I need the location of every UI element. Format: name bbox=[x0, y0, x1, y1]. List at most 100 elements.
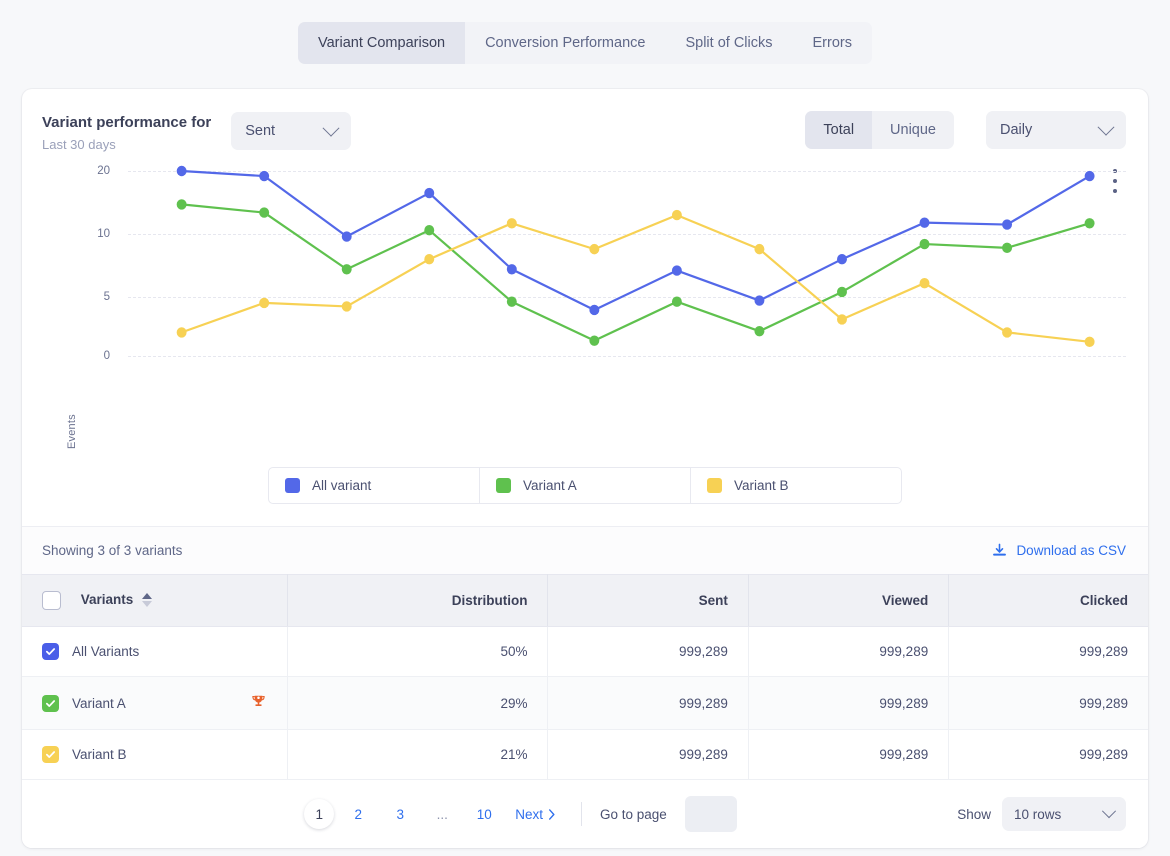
page-ellipsis: ... bbox=[436, 806, 448, 822]
cell-viewed: 999,289 bbox=[748, 676, 950, 730]
data-point[interactable] bbox=[1002, 327, 1013, 338]
data-point[interactable] bbox=[919, 217, 930, 228]
data-point[interactable] bbox=[506, 218, 517, 229]
row-checkbox-variant-a[interactable] bbox=[42, 694, 59, 712]
legend-box: All variant Variant A Variant B bbox=[268, 467, 902, 504]
data-point[interactable] bbox=[341, 231, 352, 242]
showing-count: Showing 3 of 3 variants bbox=[42, 543, 183, 558]
data-point[interactable] bbox=[589, 304, 600, 316]
interval-select[interactable]: Daily bbox=[986, 111, 1126, 149]
tab-group: Variant Comparison Conversion Performanc… bbox=[298, 22, 872, 64]
sort-variants-button[interactable] bbox=[142, 592, 153, 607]
data-point[interactable] bbox=[671, 209, 682, 221]
chevron-down-icon bbox=[322, 119, 340, 137]
check-icon bbox=[45, 699, 56, 707]
column-header-clicked[interactable]: Clicked bbox=[948, 574, 1148, 627]
tab-conversion-performance[interactable]: Conversion Performance bbox=[465, 22, 666, 64]
tab-variant-comparison[interactable]: Variant Comparison bbox=[298, 22, 466, 64]
go-to-page-input[interactable] bbox=[684, 796, 737, 832]
show-label: Show bbox=[957, 806, 991, 822]
data-point[interactable] bbox=[341, 301, 352, 312]
data-point[interactable] bbox=[671, 265, 682, 276]
line-chart: Events 20 10 5 0 bbox=[22, 159, 1148, 459]
page-button-10[interactable]: 10 bbox=[466, 799, 502, 829]
data-point[interactable] bbox=[176, 165, 187, 177]
legend-item-variant-a[interactable]: Variant A bbox=[480, 468, 691, 503]
pagination-controls: 1 2 3 ... 10 Next Go to page bbox=[154, 796, 737, 832]
page-button-2[interactable]: 2 bbox=[340, 799, 376, 829]
page-button-1[interactable]: 1 bbox=[304, 799, 335, 829]
data-point[interactable] bbox=[424, 254, 435, 265]
metric-select[interactable]: Sent bbox=[231, 112, 352, 150]
data-point[interactable] bbox=[1002, 219, 1013, 230]
y-tick-20: 20 bbox=[97, 165, 110, 177]
variants-table: Variants Distribution Sent Viewed Clicke… bbox=[22, 574, 1148, 780]
tab-split-of-clicks[interactable]: Split of Clicks bbox=[665, 22, 793, 64]
column-header-viewed[interactable]: Viewed bbox=[748, 574, 950, 627]
table-row: Variant A 29% 999,289 999,289 999,289 bbox=[22, 676, 1148, 730]
chevron-right-icon bbox=[548, 808, 555, 820]
download-csv-button[interactable]: Download as CSV bbox=[992, 543, 1126, 558]
cell-viewed: 999,289 bbox=[748, 626, 950, 677]
cell-viewed: 999,289 bbox=[748, 729, 950, 780]
table-row: Variant B 21% 999,289 999,289 999,289 bbox=[22, 729, 1148, 780]
data-point[interactable] bbox=[1084, 218, 1095, 229]
tab-errors[interactable]: Errors bbox=[792, 22, 872, 64]
y-axis-ticks: 20 10 5 0 bbox=[50, 159, 110, 459]
total-unique-toggle: Total Unique bbox=[805, 111, 954, 149]
data-point[interactable] bbox=[506, 296, 517, 307]
rows-per-page-select[interactable]: 10 rows bbox=[1001, 797, 1126, 831]
data-point[interactable] bbox=[259, 207, 270, 218]
legend-item-all-variant[interactable]: All variant bbox=[269, 468, 480, 503]
data-point[interactable] bbox=[754, 243, 765, 255]
data-point[interactable] bbox=[424, 187, 435, 199]
column-header-sent[interactable]: Sent bbox=[547, 574, 749, 627]
data-point[interactable] bbox=[1002, 242, 1013, 254]
data-point[interactable] bbox=[1084, 170, 1095, 182]
data-point[interactable] bbox=[754, 295, 765, 306]
cell-sent: 999,289 bbox=[547, 729, 749, 780]
check-icon bbox=[45, 648, 56, 655]
cell-sent: 999,289 bbox=[547, 676, 749, 730]
row-checkbox-variant-b[interactable] bbox=[42, 746, 59, 763]
metric-select-value: Sent bbox=[245, 123, 276, 139]
legend-item-variant-b[interactable]: Variant B bbox=[691, 468, 901, 503]
tab-bar: Variant Comparison Conversion Performanc… bbox=[0, 0, 1170, 64]
data-point[interactable] bbox=[424, 225, 435, 236]
next-page-label: Next bbox=[515, 806, 543, 822]
legend-label-variant-a: Variant A bbox=[523, 478, 577, 493]
toggle-total[interactable]: Total bbox=[805, 111, 873, 149]
toggle-unique[interactable]: Unique bbox=[872, 111, 954, 149]
column-header-distribution[interactable]: Distribution bbox=[287, 574, 549, 627]
next-page-button[interactable]: Next bbox=[508, 799, 563, 829]
download-icon bbox=[993, 543, 1007, 556]
legend-label-variant-b: Variant B bbox=[734, 478, 789, 493]
data-point[interactable] bbox=[176, 327, 187, 338]
data-point[interactable] bbox=[589, 243, 600, 255]
data-point[interactable] bbox=[1084, 336, 1095, 348]
data-point[interactable] bbox=[836, 254, 847, 265]
chart-header-controls: Total Unique Daily bbox=[805, 111, 1126, 149]
data-point[interactable] bbox=[506, 264, 517, 275]
data-point[interactable] bbox=[589, 335, 600, 346]
data-point[interactable] bbox=[754, 326, 765, 337]
data-point[interactable] bbox=[671, 296, 682, 307]
data-point[interactable] bbox=[836, 286, 847, 298]
data-point[interactable] bbox=[919, 238, 930, 250]
row-label: Variant A bbox=[72, 695, 126, 711]
check-icon bbox=[45, 751, 56, 758]
sort-asc-icon bbox=[142, 592, 153, 599]
legend-swatch-variant-a bbox=[496, 478, 511, 493]
row-checkbox-all-variants[interactable] bbox=[42, 643, 59, 660]
data-point[interactable] bbox=[259, 297, 270, 309]
data-point[interactable] bbox=[176, 199, 187, 210]
data-point[interactable] bbox=[836, 314, 847, 325]
column-header-variants: Variants bbox=[22, 574, 288, 627]
data-point[interactable] bbox=[919, 277, 930, 289]
column-label-variants: Variants bbox=[80, 592, 134, 608]
pagination: 1 2 3 ... 10 Next Go to page Show 10 row… bbox=[22, 780, 1148, 848]
data-point[interactable] bbox=[341, 264, 352, 275]
data-point[interactable] bbox=[259, 170, 270, 182]
select-all-checkbox[interactable] bbox=[42, 591, 61, 610]
page-button-3[interactable]: 3 bbox=[382, 799, 418, 829]
